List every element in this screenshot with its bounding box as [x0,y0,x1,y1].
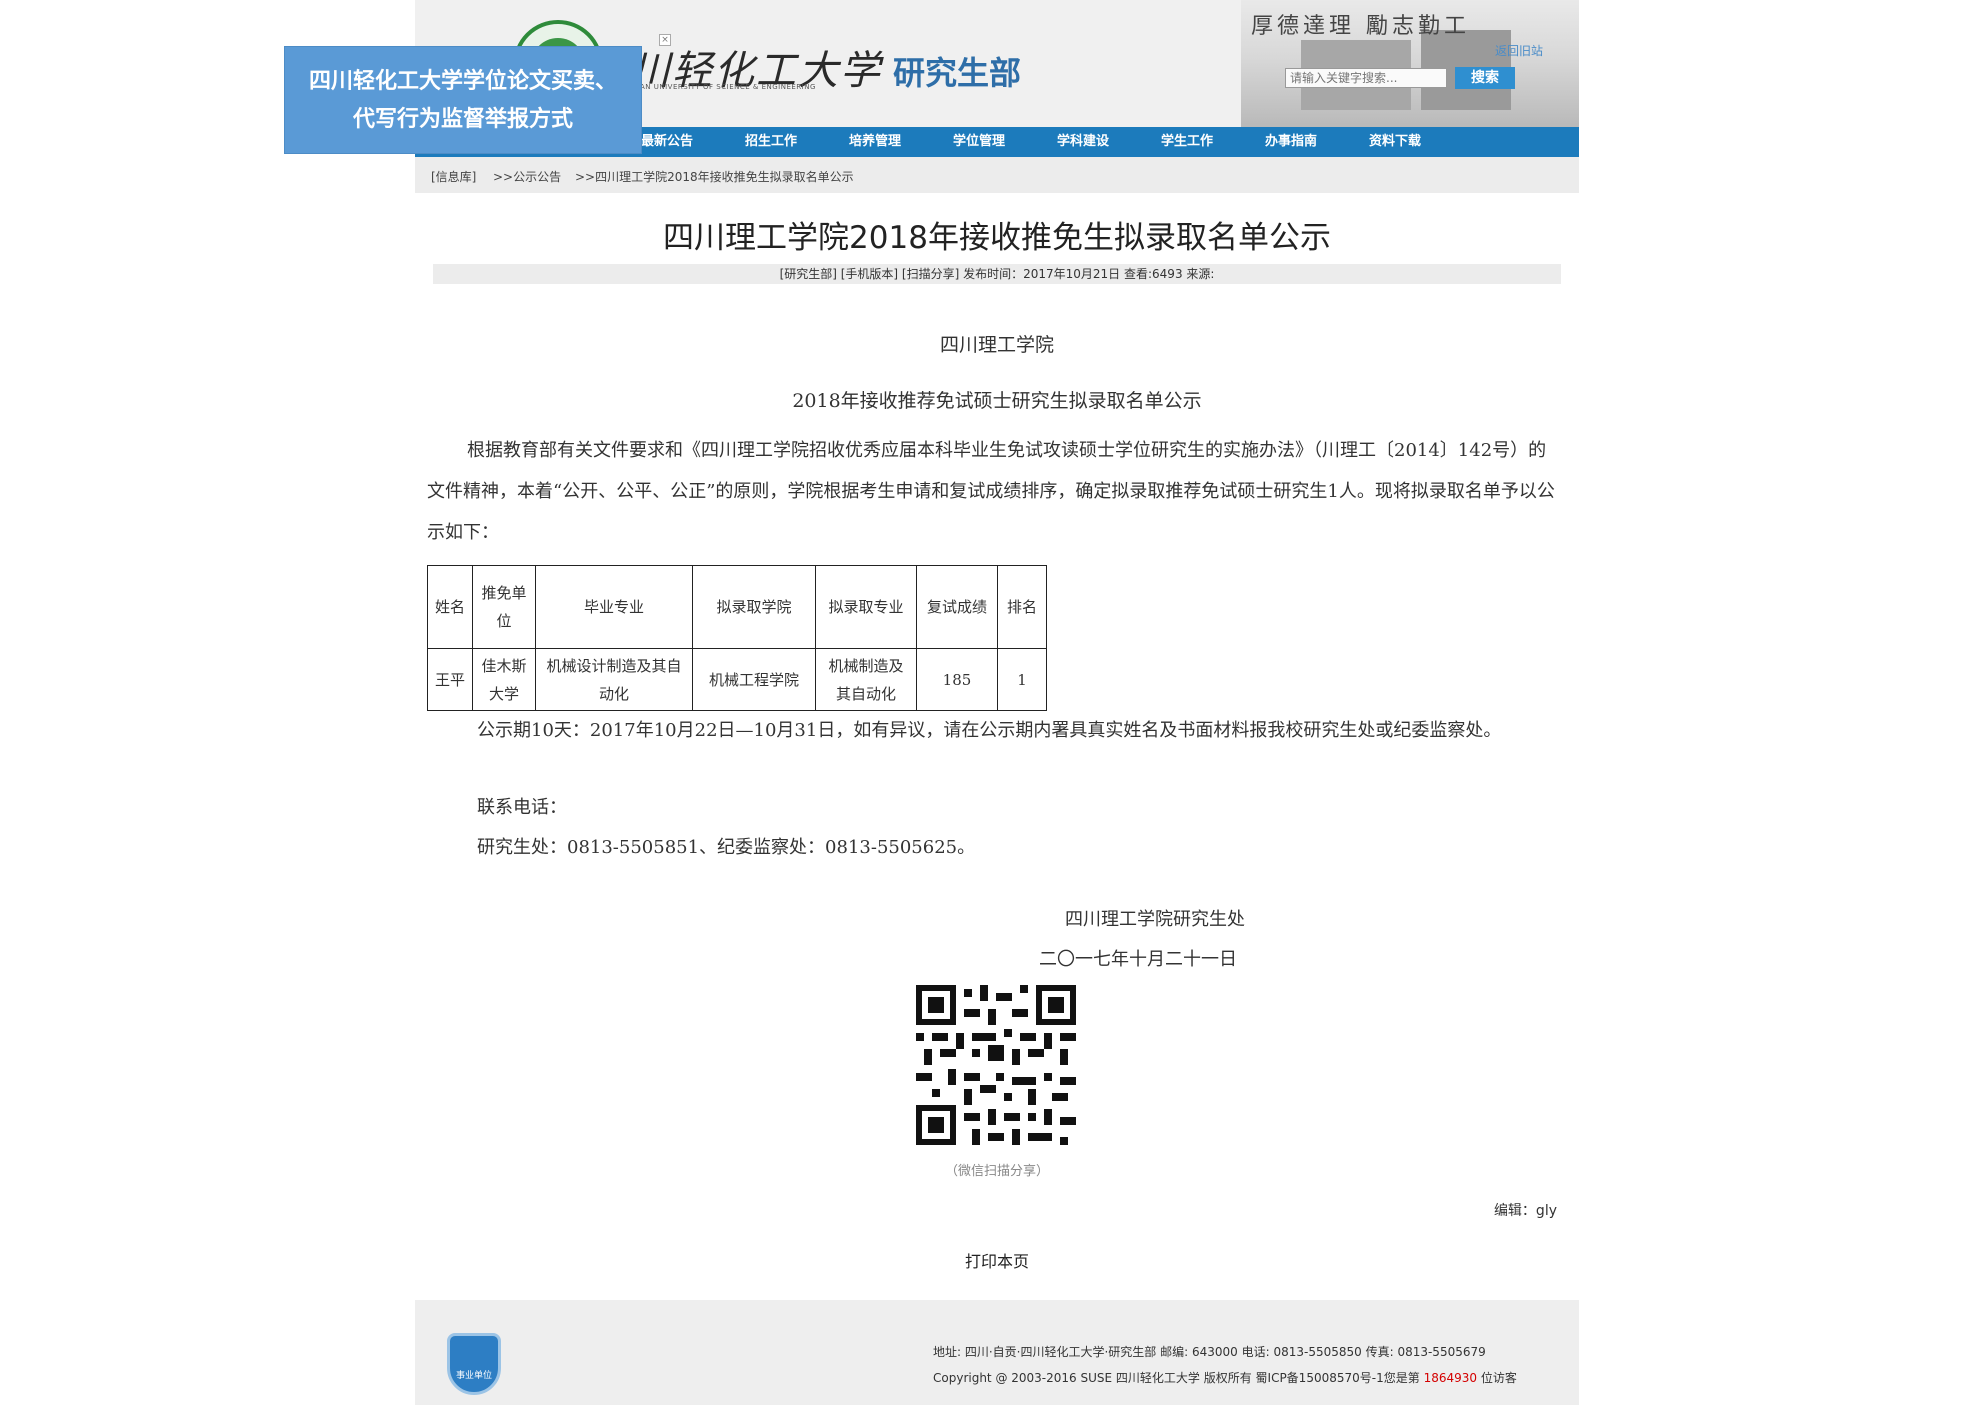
table-cell: 机械制造及其自动化 [815,648,917,711]
university-logo-subtitle: AN UNIVERSITY OF SCIENCE & ENGINEERING [640,83,816,91]
breadcrumb-current[interactable]: >>四川理工学院2018年接收推免生拟录取名单公示 [575,168,854,185]
footer-copyright: Copyright @ 2003-2016 SUSE 四川轻化工大学 版权所有 … [933,1369,1517,1386]
qr-caption: （微信扫描分享） [944,1164,1049,1179]
table-cell: 1 [997,648,1047,711]
table-cell: 机械工程学院 [692,648,816,711]
breadcrumb-info-library[interactable]: [信息库] [431,168,476,185]
nav-degree[interactable]: 学位管理 [953,127,1005,157]
search-input[interactable] [1285,68,1447,88]
public-institution-badge-icon[interactable]: 事业单位 [447,1333,501,1395]
contact-label: 联系电话： [477,797,567,818]
print-page-link[interactable]: 打印本页 [415,1248,1579,1272]
table-cell: 王平 [427,648,473,711]
breadcrumb: [信息库] >>公示公告 >>四川理工学院2018年接收推免生拟录取名单公示 [415,157,1579,193]
nav-admissions[interactable]: 招生工作 [745,127,797,157]
nav-discipline[interactable]: 学科建设 [1057,127,1109,157]
nav-student-affairs[interactable]: 学生工作 [1161,127,1213,157]
search-button[interactable]: 搜索 [1455,67,1515,89]
article-org: 四川理工学院 [939,334,1054,356]
table-cell: 185 [916,648,998,711]
publish-date: 二〇一七年十月二十一日 [1039,949,1237,970]
wechat-qr-code-icon[interactable] [916,985,1076,1145]
table-header-cell: 拟录取学院 [692,565,816,649]
back-to-old-site-link[interactable]: 返回旧站 [1495,42,1543,59]
table-header-cell: 拟录取专业 [815,565,917,649]
table-cell: 佳木斯大学 [472,648,536,711]
page: × 川轻化工大学 AN UNIVERSITY OF SCIENCE & ENGI… [415,0,1579,1405]
footer-address: 地址: 四川·自贡·四川轻化工大学·研究生部 邮编: 643000 电话: 08… [933,1345,1486,1359]
article-title: 四川理工学院2018年接收推免生拟录取名单公示 [663,220,1331,256]
table-header-cell: 复试成绩 [916,565,998,649]
article-intro: 根据教育部有关文件要求和《四川理工学院招收优秀应届本科毕业生免试攻读硕士学位研究… [427,440,1555,543]
article-subtitle: 2018年接收推荐免试硕士研究生拟录取名单公示 [792,390,1202,412]
breadcrumb-notices[interactable]: >>公示公告 [493,168,561,185]
table-row: 王平 佳木斯大学 机械设计制造及其自动化 机械工程学院 机械制造及其自动化 18… [427,648,1047,711]
nav-guide[interactable]: 办事指南 [1265,127,1317,157]
nav-latest-notices[interactable]: 最新公告 [641,127,693,157]
banner-line-1: 四川轻化工大学学位论文买卖、 [308,69,617,94]
visitor-count: 1864930 [1423,1371,1478,1385]
department-title: 研究生部 [893,54,1022,92]
contact-numbers: 研究生处：0813-5505851、纪委监察处：0813-5505625。 [477,837,976,858]
admission-table: 姓名 推免单位 毕业专业 拟录取学院 拟录取专业 复试成绩 排名 王平 佳木斯大… [427,565,1047,711]
copyright-text: Copyright @ 2003-2016 SUSE 四川轻化工大学 版权所有 … [933,1371,1384,1385]
university-motto: 厚德達理 勵志勤工 [1251,14,1470,39]
visitor-suffix: 位访客 [1480,1371,1517,1385]
notice-period: 公示期10天：2017年10月22日—10月31日，如有异议，请在公示期内署具真… [477,720,1502,741]
table-header-cell: 毕业专业 [535,565,693,649]
table-header-row: 姓名 推免单位 毕业专业 拟录取学院 拟录取专业 复试成绩 排名 [427,565,1047,649]
nav-downloads[interactable]: 资料下载 [1369,127,1421,157]
signature: 四川理工学院研究生处 [1065,909,1245,930]
table-header-cell: 姓名 [427,565,473,649]
nav-training[interactable]: 培养管理 [849,127,901,157]
report-channel-banner[interactable]: 四川轻化工大学学位论文买卖、 代写行为监督举报方式 [284,46,642,154]
banner-line-2: 代写行为监督举报方式 [352,107,573,132]
visitor-prefix: 您是第 [1383,1371,1420,1385]
site-footer: 事业单位 地址: 四川·自贡·四川轻化工大学·研究生部 邮编: 643000 电… [415,1300,1579,1405]
article-meta: [研究生部] [手机版本] [扫描分享] 发布时间：2017年10月21日 查看… [433,264,1561,284]
editor-credit: 编辑：gly [1493,1203,1557,1219]
table-cell: 机械设计制造及其自动化 [535,648,693,711]
table-header-cell: 排名 [997,565,1047,649]
table-header-cell: 推免单位 [472,565,536,649]
